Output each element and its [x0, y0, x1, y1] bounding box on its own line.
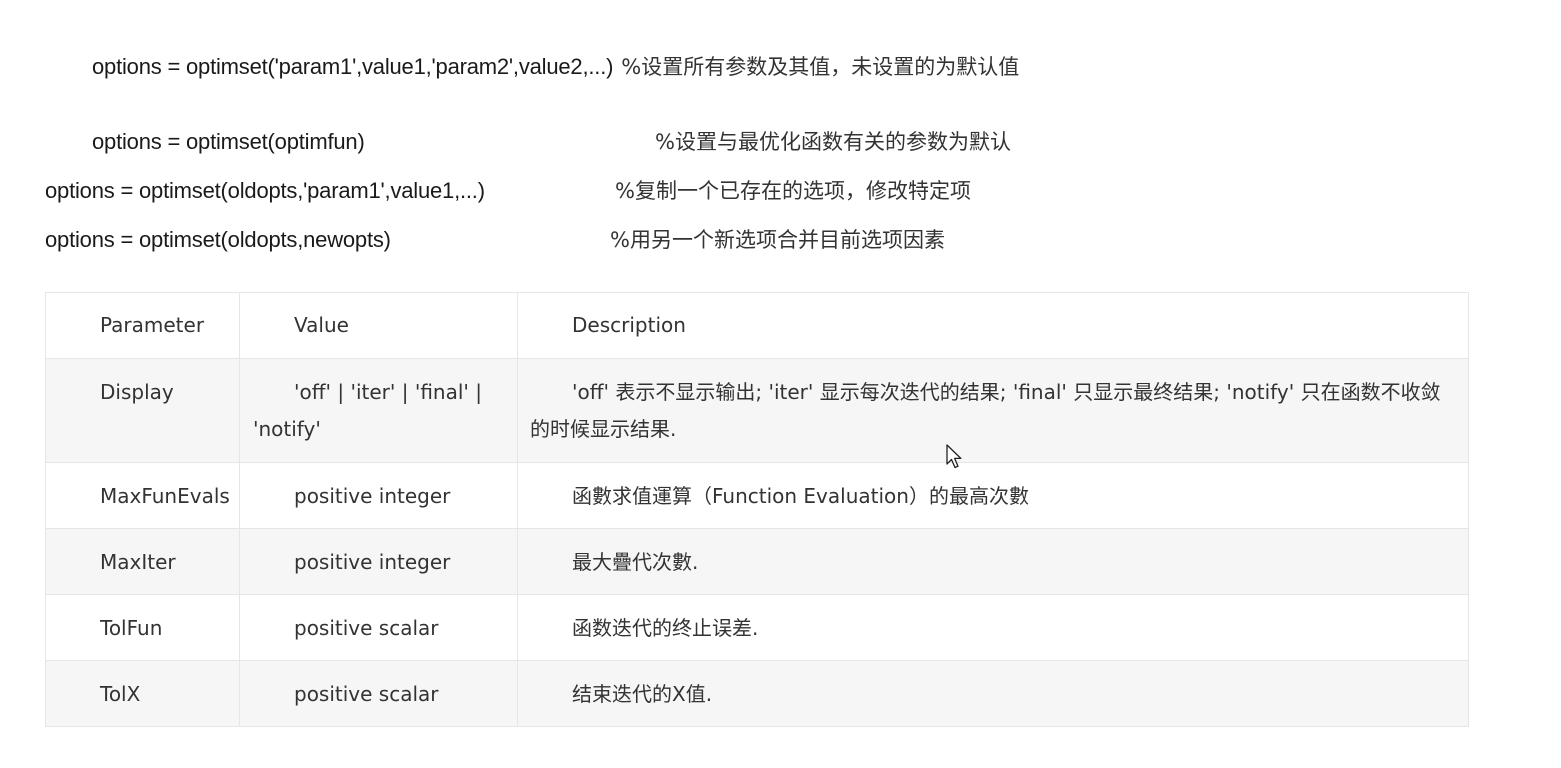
- code-line-4: options = optimset(oldopts,newopts) %用另一个…: [45, 225, 945, 255]
- code-comment: %设置与最优化函数有关的参数为默认: [655, 130, 1011, 154]
- value-cell: positive scalar: [239, 660, 518, 727]
- code-command: options = optimset(optimfun): [92, 129, 365, 154]
- code-comment: %用另一个新选项合并目前选项因素: [610, 228, 945, 252]
- code-comment: %设置所有参数及其值，未设置的为默认值: [621, 55, 1020, 79]
- description-cell: 'off' 表示不显示输出; 'iter' 显示每次迭代的结果; 'final'…: [517, 358, 1469, 463]
- value-cell: positive scalar: [239, 594, 518, 661]
- parameter-name: MaxFunEvals: [100, 484, 230, 508]
- optimset-parameters-table: Parameter Value Description Display 'off…: [45, 292, 1469, 727]
- table-row: MaxIter positive integer 最大疊代次數.: [45, 528, 1469, 595]
- value-cell: positive integer: [239, 462, 518, 529]
- parameter-description: 函数迭代的终止误差.: [572, 616, 759, 640]
- parameter-name: TolX: [100, 682, 141, 706]
- table-row: TolX positive scalar 结束迭代的X值.: [45, 660, 1469, 727]
- description-cell: 结束迭代的X值.: [517, 660, 1469, 727]
- parameter-description: 最大疊代次數.: [572, 550, 699, 574]
- code-command: options = optimset(oldopts,newopts): [45, 227, 391, 252]
- table-row: Display 'off' | 'iter' | 'final' | 'noti…: [45, 358, 1469, 463]
- code-command: options = optimset('param1',value1,'para…: [92, 54, 614, 79]
- header-label-parameter: Parameter: [100, 313, 205, 337]
- table-header-row: Parameter Value Description: [45, 292, 1469, 359]
- header-label-value: Value: [294, 313, 349, 337]
- table-row: TolFun positive scalar 函数迭代的终止误差.: [45, 594, 1469, 661]
- parameter-description: 函數求值運算（Function Evaluation）的最高次數: [572, 484, 1029, 508]
- parameter-cell: Display: [45, 358, 240, 463]
- code-line-2: options = optimset(optimfun) %设置与最优化函数有关的…: [92, 127, 1011, 157]
- code-comment: %复制一个已存在的选项，修改特定项: [615, 179, 971, 203]
- header-label-description: Description: [572, 313, 686, 337]
- parameter-description: 'off' 表示不显示输出; 'iter' 显示每次迭代的结果; 'final'…: [530, 380, 1441, 441]
- description-cell: 函數求值運算（Function Evaluation）的最高次數: [517, 462, 1469, 529]
- parameter-description: 结束迭代的X值.: [572, 682, 713, 706]
- description-cell: 函数迭代的终止误差.: [517, 594, 1469, 661]
- parameter-cell: TolX: [45, 660, 240, 727]
- parameter-value: positive scalar: [294, 616, 439, 640]
- value-cell: positive integer: [239, 528, 518, 595]
- parameter-value: positive scalar: [294, 682, 439, 706]
- code-line-1: options = optimset('param1',value1,'para…: [92, 52, 1019, 82]
- parameter-cell: TolFun: [45, 594, 240, 661]
- parameter-name: Display: [100, 380, 174, 404]
- parameter-value: positive integer: [294, 484, 451, 508]
- parameter-value: 'off' | 'iter' | 'final' | 'notify': [253, 380, 483, 441]
- code-command: options = optimset(oldopts,'param1',valu…: [45, 178, 485, 203]
- description-cell: 最大疊代次數.: [517, 528, 1469, 595]
- parameter-name: TolFun: [100, 616, 163, 640]
- value-cell: 'off' | 'iter' | 'final' | 'notify': [239, 358, 518, 463]
- code-line-3: options = optimset(oldopts,'param1',valu…: [45, 176, 971, 206]
- table-row: MaxFunEvals positive integer 函數求值運算（Func…: [45, 462, 1469, 529]
- parameter-name: MaxIter: [100, 550, 176, 574]
- parameter-value: positive integer: [294, 550, 451, 574]
- header-cell-parameter: Parameter: [45, 292, 240, 359]
- header-cell-value: Value: [239, 292, 518, 359]
- header-cell-description: Description: [517, 292, 1469, 359]
- parameter-cell: MaxIter: [45, 528, 240, 595]
- mouse-pointer-icon: [946, 444, 962, 469]
- parameter-cell: MaxFunEvals: [45, 462, 240, 529]
